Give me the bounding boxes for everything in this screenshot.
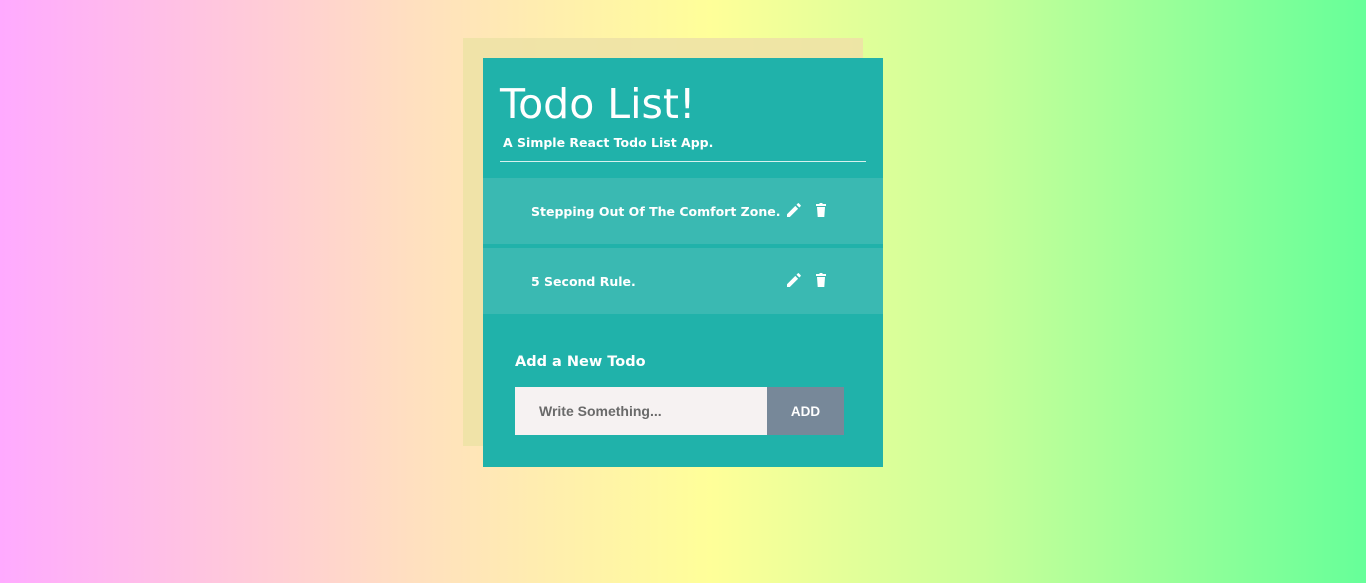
todo-item: 5 Second Rule.: [483, 248, 883, 314]
todo-text: Stepping Out Of The Comfort Zone.: [531, 204, 781, 219]
page-subtitle: A Simple React Todo List App.: [503, 135, 714, 150]
pencil-icon[interactable]: [784, 200, 804, 220]
trash-icon[interactable]: [811, 270, 831, 290]
add-button[interactable]: ADD: [767, 387, 844, 435]
new-todo-input[interactable]: [515, 387, 767, 435]
page-title: Todo List!: [500, 80, 696, 128]
card-header: Todo List! A Simple React Todo List App.: [500, 58, 866, 162]
trash-icon[interactable]: [811, 200, 831, 220]
todo-item: Stepping Out Of The Comfort Zone.: [483, 178, 883, 244]
todo-text: 5 Second Rule.: [531, 274, 636, 289]
add-todo-label: Add a New Todo: [515, 354, 646, 370]
pencil-icon[interactable]: [784, 270, 804, 290]
todo-card: Todo List! A Simple React Todo List App.…: [483, 58, 883, 467]
